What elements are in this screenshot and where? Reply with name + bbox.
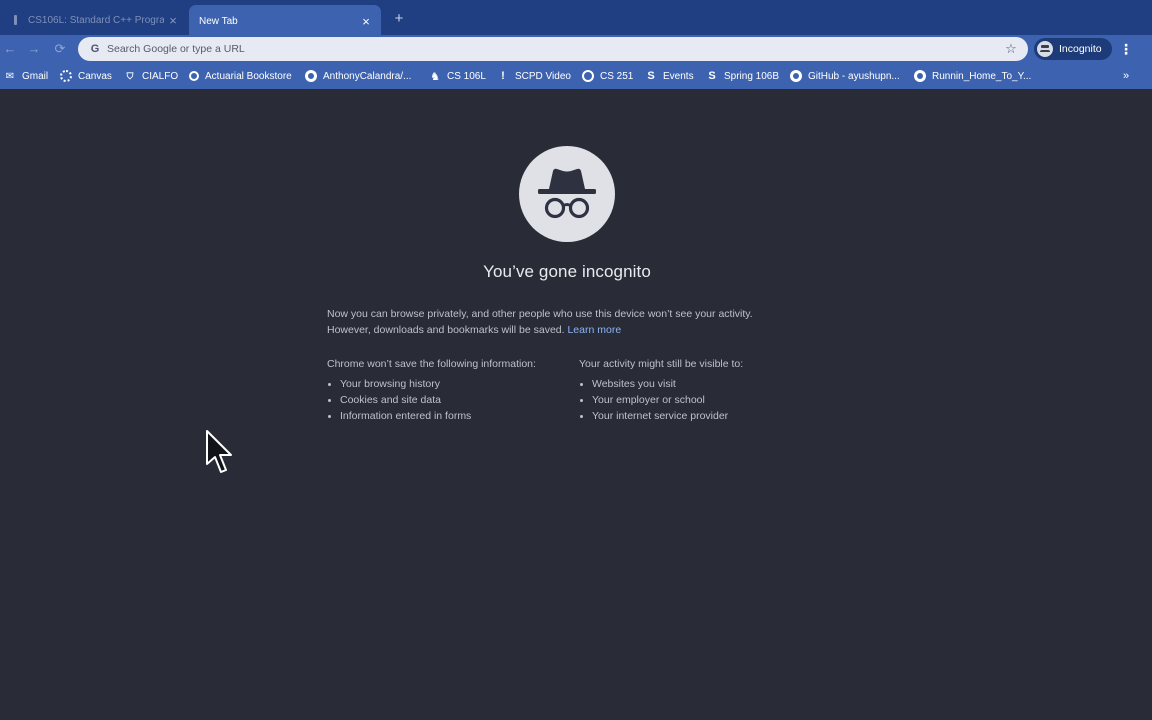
bookmark-label: CS 251: [600, 70, 634, 82]
list-item: Cookies and site data: [327, 392, 567, 408]
tab-close-icon[interactable]: ×: [357, 14, 375, 29]
tab-title: CS106L: Standard C++ Program: [28, 14, 164, 26]
bookmark-canvas[interactable]: Canvas: [60, 68, 112, 84]
bookmark-label: Spring 106B: [724, 70, 780, 82]
bookmark-label: SCPD Video: [515, 70, 571, 82]
tab-close-icon[interactable]: ×: [164, 13, 182, 28]
gmail-icon: ✉: [5, 70, 15, 82]
list-item: Websites you visit: [579, 376, 819, 392]
forward-icon[interactable]: →: [26, 41, 42, 57]
not-saved-heading: Chrome won’t save the following informat…: [327, 358, 536, 370]
bookmark-runnin-home[interactable]: Runnin_Home_To_Y...: [914, 68, 1031, 84]
bookmark-anthonycalandra[interactable]: AnthonyCalandra/...: [305, 68, 411, 84]
incognito-headline: You’ve gone incognito: [483, 262, 651, 281]
bookmark-cialfo[interactable]: ⛉ CIALFO: [124, 68, 179, 84]
stanford-icon: ♞: [430, 70, 440, 83]
new-tab-button[interactable]: +: [390, 10, 408, 28]
bookmark-label: CS 106L: [447, 70, 486, 82]
bookmark-actuarial-bookstore[interactable]: Actuarial Bookstore: [189, 68, 292, 84]
bookmark-label: CIALFO: [142, 70, 179, 82]
learn-more-link[interactable]: Learn more: [567, 324, 621, 336]
scpd-icon: ǃ: [501, 70, 505, 82]
github-icon: [790, 70, 802, 82]
tab-new-tab[interactable]: New Tab ×: [189, 5, 381, 38]
list-item: Information entered in forms: [327, 408, 567, 424]
bookmark-label: Events: [663, 70, 694, 82]
bookmark-scpd-video[interactable]: ǃ SCPD Video: [497, 68, 571, 84]
description-line-2: However, downloads and bookmarks will be…: [327, 322, 797, 338]
bookmark-events[interactable]: S Events: [645, 68, 694, 84]
bookmark-label: Actuarial Bookstore: [205, 70, 292, 82]
github-icon: [305, 70, 317, 82]
omnibox[interactable]: G Search Google or type a URL ☆: [78, 37, 1028, 61]
incognito-icon: [519, 146, 615, 242]
bookmark-cs251[interactable]: CS 251: [582, 68, 633, 84]
bookmark-gmail[interactable]: ✉ Gmail: [4, 68, 48, 84]
bookmark-label: Canvas: [78, 70, 112, 82]
globe-icon: [914, 70, 926, 82]
not-saved-list: Chrome won’t save the following informat…: [327, 357, 567, 424]
tab-title: New Tab: [199, 16, 238, 27]
google-icon: G: [90, 43, 100, 55]
bookmark-label: Gmail: [22, 70, 49, 82]
shield-icon: ⛉: [126, 70, 134, 81]
reload-icon[interactable]: ⟳: [52, 41, 68, 57]
incognito-profile-button[interactable]: Incognito: [1034, 38, 1112, 60]
omnibox-placeholder[interactable]: Search Google or type a URL: [107, 43, 1002, 55]
s-icon: S: [708, 70, 716, 82]
description-text: However, downloads and bookmarks will be…: [327, 324, 565, 336]
tab-strip: CS106L: Standard C++ Program × New Tab ×…: [0, 0, 1152, 38]
profile-label: Incognito: [1059, 43, 1102, 55]
bookstore-icon: [189, 71, 199, 81]
back-icon[interactable]: ←: [2, 41, 18, 57]
bookmarks-overflow-icon[interactable]: »: [1120, 68, 1132, 84]
s-icon: S: [647, 70, 655, 82]
description-line-1: Now you can browse privately, and other …: [327, 308, 753, 320]
tab-cs106l[interactable]: CS106L: Standard C++ Program ×: [0, 6, 188, 34]
tab-favicon-icon: [8, 13, 22, 27]
incognito-description: Now you can browse privately, and other …: [327, 306, 797, 338]
mouse-cursor-icon: [206, 430, 232, 473]
bookmarks-bar: ✉ Gmail Canvas ⛉ CIALFO Actuarial Bookst…: [0, 63, 1152, 89]
gear-icon: [582, 70, 594, 82]
bookmark-cs106l[interactable]: ♞ CS 106L: [429, 68, 486, 84]
bookmark-github-ayushupn[interactable]: GitHub - ayushupn...: [790, 68, 900, 84]
list-item: Your browsing history: [327, 376, 567, 392]
still-visible-heading: Your activity might still be visible to:: [579, 358, 744, 370]
bookmark-label: GitHub - ayushupn...: [808, 70, 900, 82]
toolbar: ← → ⟳ G Search Google or type a URL ☆ In…: [0, 35, 1152, 63]
still-visible-list: Your activity might still be visible to:…: [579, 357, 819, 424]
list-item: Your employer or school: [579, 392, 819, 408]
list-item: Your internet service provider: [579, 408, 819, 424]
bookmark-label: AnthonyCalandra/...: [323, 70, 412, 82]
bookmark-label: Runnin_Home_To_Y...: [932, 70, 1032, 82]
canvas-icon: [60, 70, 72, 82]
bookmark-star-icon[interactable]: ☆: [1002, 41, 1020, 57]
kebab-menu-icon[interactable]: ⋮: [1118, 40, 1134, 58]
incognito-avatar-icon: [1037, 41, 1053, 57]
bookmark-spring106b[interactable]: S Spring 106B: [706, 68, 779, 84]
